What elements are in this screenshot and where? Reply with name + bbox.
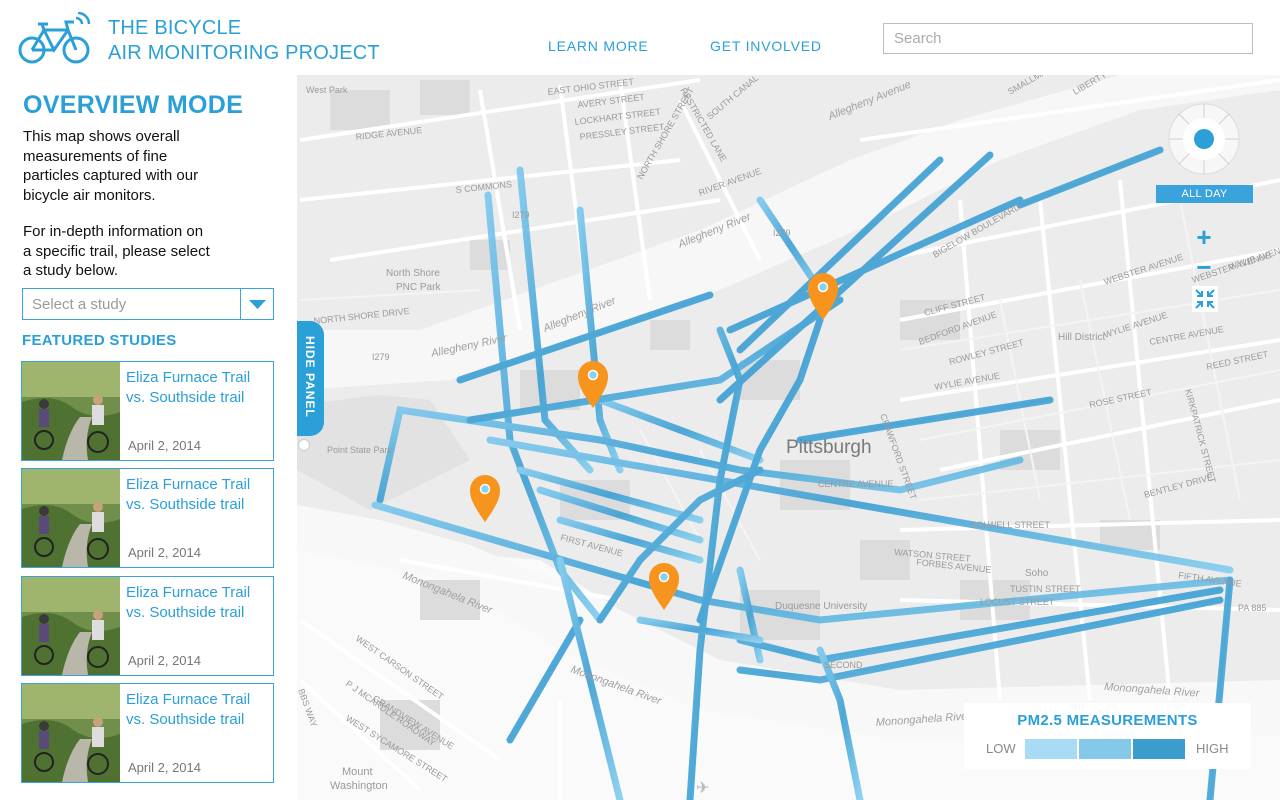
map-label: Allegheny Avenue <box>826 79 913 123</box>
study-card[interactable]: Eliza Furnace Trail vs. Southside trail … <box>21 576 274 676</box>
study-select[interactable]: Select a study <box>22 288 274 320</box>
legend-low-label: LOW <box>986 741 1016 756</box>
study-title-line2: vs. Southside trail <box>126 603 245 621</box>
map-label: BENTLEY DRIVE <box>1143 472 1214 500</box>
study-thumbnail <box>22 362 120 460</box>
study-thumbnail <box>22 577 120 675</box>
search-input[interactable] <box>883 23 1253 54</box>
study-date: April 2, 2014 <box>128 545 201 560</box>
map-label: REED STREET <box>1205 349 1269 372</box>
study-date: April 2, 2014 <box>128 653 201 668</box>
legend-swatch <box>1079 739 1131 759</box>
map-label: Point State Park <box>327 445 393 455</box>
description-line: measurements of fine <box>23 147 168 165</box>
city-label: Pittsburgh <box>786 437 872 458</box>
collapse-arrows-icon[interactable] <box>1192 286 1218 312</box>
overview-description: This map shows overall measurements of f… <box>23 127 243 205</box>
study-title-line2: vs. Southside trail <box>126 710 245 728</box>
time-of-day-dial[interactable] <box>1168 103 1240 175</box>
map-label: CENTRE AVENUE <box>1149 324 1225 347</box>
map-label: COLWELL STREET <box>970 520 1051 530</box>
study-title-line1: Eliza Furnace Trail <box>126 691 251 708</box>
map-label: PNC Park <box>396 282 441 293</box>
map-label: CENTRE AVENUE <box>818 479 893 489</box>
study-date: April 2, 2014 <box>128 438 201 453</box>
study-title-line1: Eliza Furnace Trail <box>126 584 251 601</box>
panel-handle-dot[interactable] <box>298 439 310 451</box>
legend-title: PM2.5 MEASUREMENTS <box>1017 712 1198 729</box>
mode-title: OVERVIEW MODE <box>23 91 244 119</box>
map-label: North Shore <box>386 268 440 279</box>
description-line: This map shows overall <box>23 128 180 145</box>
time-filter-all-day[interactable]: ALL DAY <box>1156 185 1253 203</box>
legend-high-label: HIGH <box>1196 741 1229 756</box>
study-title-line2: vs. Southside trail <box>126 495 245 513</box>
study-select-toggle[interactable] <box>240 289 273 319</box>
instruction-line: a study below. <box>23 262 119 279</box>
legend-swatch <box>1025 739 1077 759</box>
map-base: West Park EAST OHIO STREET AVERY STREET … <box>297 75 1280 800</box>
study-title-line1: Eliza Furnace Trail <box>126 369 251 386</box>
study-title-line2: vs. Southside trail <box>126 388 245 406</box>
bicycle-logo-icon[interactable] <box>18 12 94 66</box>
map-label: RIVER AVENUE <box>697 166 762 198</box>
location-marker[interactable] <box>470 475 500 522</box>
site-title-line2: AIR MONITORING PROJECT <box>108 42 380 64</box>
nav-get-involved[interactable]: GET INVOLVED <box>710 38 822 54</box>
study-card[interactable]: Eliza Furnace Trail vs. Southside trail … <box>21 361 274 461</box>
map-label: West Park <box>306 85 348 95</box>
description-line: particles captured with our <box>23 167 199 184</box>
map-label: Hill District <box>1058 332 1105 343</box>
legend-swatch <box>1133 739 1185 759</box>
study-thumbnail <box>22 684 120 782</box>
pm25-legend: PM2.5 MEASUREMENTS LOW HIGH <box>964 703 1251 769</box>
map-label: I279 <box>773 228 791 238</box>
study-thumbnail <box>22 469 120 567</box>
header: THE BICYCLE AIR MONITORING PROJECT LEARN… <box>0 0 1280 75</box>
zoom-out-button[interactable]: − <box>1190 254 1218 280</box>
map-label: ROWLEY STREET <box>948 337 1025 367</box>
study-title: Eliza Furnace Trail vs. Southside trail <box>126 690 271 729</box>
map-label: SECOND <box>824 660 863 670</box>
map-label: Mount <box>342 766 373 778</box>
study-title: Eliza Furnace Trail vs. Southside trail <box>126 583 271 622</box>
map-label: I279 <box>372 352 390 362</box>
study-date: April 2, 2014 <box>128 760 201 775</box>
study-instructions: For in-depth information on a specific t… <box>23 222 283 281</box>
study-title-line1: Eliza Furnace Trail <box>126 476 251 493</box>
hide-panel-button[interactable]: HIDE PANEL <box>297 321 324 436</box>
airplane-icon: ✈ <box>696 780 709 797</box>
map-canvas[interactable]: West Park EAST OHIO STREET AVERY STREET … <box>297 75 1280 800</box>
map-label: SMALLMAN <box>1006 75 1054 97</box>
map-label: Washington <box>330 780 388 792</box>
map-label: I279 <box>512 210 530 220</box>
study-title: Eliza Furnace Trail vs. Southside trail <box>126 475 271 514</box>
instruction-line: a specific trail, please select <box>23 242 210 260</box>
sidebar-panel: OVERVIEW MODE This map shows overall mea… <box>0 75 297 800</box>
zoom-in-button[interactable]: + <box>1190 224 1218 250</box>
nav-learn-more[interactable]: LEARN MORE <box>548 38 649 54</box>
map-label: LOCUST STREET <box>980 597 1055 607</box>
location-marker[interactable] <box>649 563 679 610</box>
site-title[interactable]: THE BICYCLE AIR MONITORING PROJECT <box>108 16 380 66</box>
instruction-line: For in-depth information on <box>23 223 204 240</box>
map-label: SOUTH CANAL <box>705 75 760 122</box>
featured-studies-heading: FEATURED STUDIES <box>22 332 177 349</box>
map-label: TUSTIN STREET <box>1010 584 1081 594</box>
site-title-line1: THE BICYCLE <box>108 17 242 39</box>
chevron-down-icon <box>249 300 266 309</box>
map-label: PA 885 <box>1238 603 1266 613</box>
study-title: Eliza Furnace Trail vs. Southside trail <box>126 368 271 407</box>
description-line: bicycle air monitors. <box>23 186 156 204</box>
map-label: Soho <box>1025 568 1049 579</box>
study-card[interactable]: Eliza Furnace Trail vs. Southside trail … <box>21 468 274 568</box>
map-label: NORTH SHORE DRIVE <box>313 306 410 326</box>
study-card[interactable]: Eliza Furnace Trail vs. Southside trail … <box>21 683 274 783</box>
hide-panel-label: HIDE PANEL <box>303 336 317 418</box>
study-select-value: Select a study <box>32 296 127 313</box>
map-label: Duquesne University <box>775 601 867 612</box>
